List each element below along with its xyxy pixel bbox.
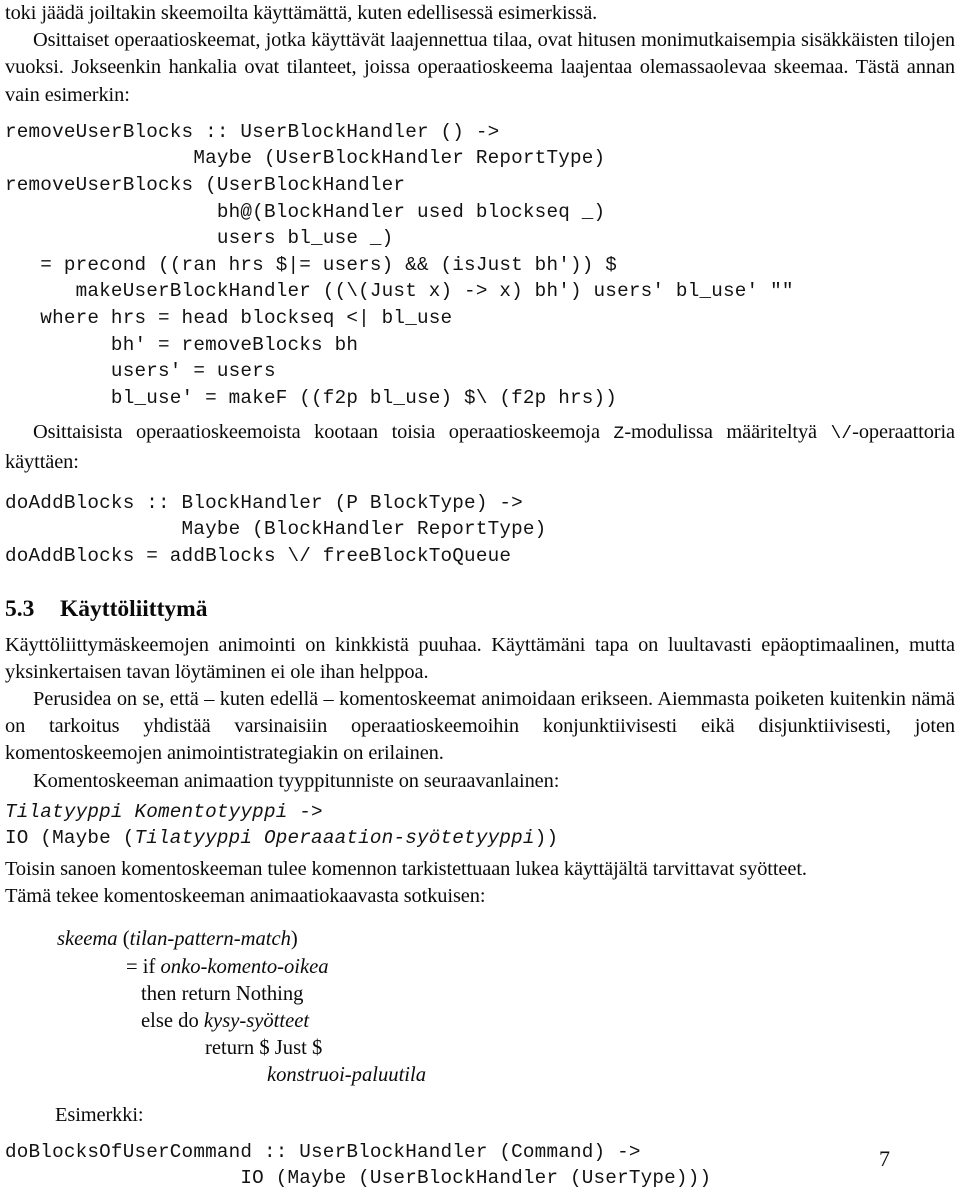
p3-mono-z: Z [613, 424, 625, 445]
pseudo-konstruoi-paluutila: konstruoi-paluutila [267, 1064, 427, 1087]
paragraph-continuation: toki jäädä joiltakin skeemoilta käyttämä… [5, 2, 598, 24]
pseudo-paren-close: ) [290, 928, 298, 951]
pseudo-onko-komento-oikea: onko-komento-oikea [160, 955, 329, 978]
section-number: 5.3 [5, 595, 35, 622]
p3-text-before: Osittaisista operaatioskeemoista kootaan… [33, 421, 614, 444]
paragraph-example-label: Esimerkki: [55, 1103, 144, 1126]
pseudo-line-4: else do kysy-syötteet [5, 1008, 955, 1035]
paragraph-type-identifier-intro: Komentoskeeman animaation tyyppitunniste… [33, 769, 560, 792]
code-block-do-add-blocks: doAddBlocks :: BlockHandler (P BlockType… [5, 491, 547, 567]
type-sig-line2-io: IO (Maybe ( [5, 827, 135, 850]
pseudo-else-do: else do [141, 1009, 204, 1032]
pseudo-code-block: skeema (tilan-pattern-match) = if onko-k… [5, 926, 955, 1089]
paragraph-partial-operation-schemas: Osittaiset operaatioskeemat, jotka käytt… [5, 29, 955, 106]
pseudo-paren-open: ( [117, 928, 130, 951]
pseudo-skeema: skeema [57, 928, 118, 951]
page-number: 7 [879, 1146, 890, 1171]
type-sig-line1: Tilatyyppi Komentotyyppi -> [5, 800, 323, 823]
p3-mono-operator: \/ [830, 424, 853, 445]
pseudo-line-3: then return Nothing [5, 981, 955, 1008]
paragraph-messy-formula: Tämä tekee komentoskeeman animaatiokaava… [5, 885, 486, 908]
pseudo-line-6: konstruoi-paluutila [5, 1062, 955, 1089]
paragraph-in-other-words: Toisin sanoen komentoskeeman tulee komen… [5, 857, 807, 880]
type-sig-line2-italic: Tilatyyppi Operaaation-syötetyyppi [134, 827, 535, 850]
pseudo-return-just: return $ Just $ [205, 1037, 323, 1060]
page-content: toki jäädä joiltakin skeemoilta käyttämä… [5, 0, 955, 1192]
pseudo-line-2: = if onko-komento-oikea [5, 954, 955, 981]
pseudo-tilan-pattern-match: tilan-pattern-match [129, 928, 291, 951]
paragraph-ui-animation: Käyttöliittymäskeemojen animointi on kin… [5, 633, 955, 683]
pseudo-then-return-nothing: then return Nothing [141, 982, 304, 1005]
paragraph-basic-idea: Perusidea on se, että – kuten edellä – k… [5, 687, 955, 765]
pseudo-kysy-syotteet: kysy-syötteet [203, 1009, 310, 1032]
document-page: toki jäädä joiltakin skeemoilta käyttämä… [0, 0, 960, 1189]
paragraph-z-module-operator: Osittaisista operaatioskeemoista kootaan… [5, 419, 955, 475]
pseudo-line-5: return $ Just $ [5, 1035, 955, 1062]
type-sig-line2-close: )) [534, 827, 559, 850]
p3-text-mid: -modulissa määriteltyä [624, 421, 831, 444]
code-block-remove-user-blocks: removeUserBlocks :: UserBlockHandler () … [5, 120, 794, 409]
code-block-type-signature: Tilatyyppi Komentotyyppi -> IO (Maybe (T… [5, 799, 955, 852]
section-title: Käyttöliittymä [60, 595, 208, 622]
pseudo-line-1: skeema (tilan-pattern-match) [5, 926, 955, 953]
pseudo-if-keyword: = if [126, 955, 161, 978]
section-heading: 5.3 Käyttöliittymä [5, 594, 955, 624]
